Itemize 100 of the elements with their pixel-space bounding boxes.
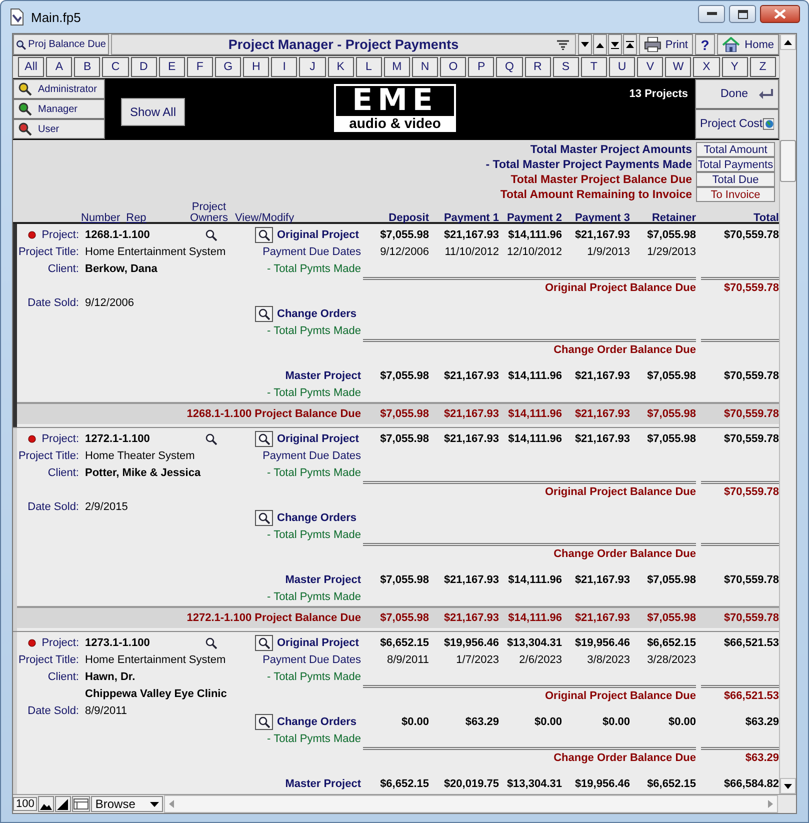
letter-filter-button[interactable]: S <box>552 57 579 77</box>
field-label: Payment Due Dates <box>262 654 362 666</box>
amount-cell-text: $21,167.93 <box>442 228 499 240</box>
field-label: Project: <box>42 432 79 444</box>
search-button[interactable] <box>255 510 273 526</box>
mode-dropdown[interactable]: Browse <box>91 796 164 812</box>
role-button[interactable]: Administrator <box>13 79 105 99</box>
project-number: 1268.1-1.100 <box>85 228 150 240</box>
search-button[interactable] <box>255 714 273 730</box>
letter-filter-button[interactable]: T <box>580 57 607 77</box>
maximize-button[interactable] <box>729 5 756 23</box>
letter-filter-button[interactable]: U <box>608 57 636 77</box>
client-name: Potter, Mike & Jessica <box>85 466 202 478</box>
show-all-button[interactable]: Show All <box>121 98 185 126</box>
summary-button[interactable]: To Invoice <box>696 187 775 202</box>
up-triangle-icon <box>596 42 604 48</box>
zoom-in-icon[interactable] <box>55 796 72 812</box>
balance-label: 1268.1-1.100 Project Balance Due <box>186 408 362 420</box>
letter-filter-button[interactable]: O <box>440 57 466 77</box>
section-label: Change Orders <box>276 512 358 524</box>
role-button[interactable]: Manager <box>13 99 105 119</box>
amount-cell-text: $6,652.15 <box>646 778 696 790</box>
search-button[interactable] <box>255 430 273 446</box>
search-button[interactable] <box>255 634 273 650</box>
letter-filter-button[interactable]: R <box>524 57 551 77</box>
letter-filter-button[interactable]: C <box>102 57 129 77</box>
letter-filter-button[interactable]: Y <box>722 57 748 77</box>
due-date-cell-text: 3/28/2023 <box>646 654 696 666</box>
summary-button[interactable]: Total Amount <box>696 142 775 157</box>
letter-filter-button[interactable]: B <box>74 57 100 77</box>
sort-link[interactable]: Number <box>81 212 120 224</box>
letter-filter-button[interactable]: X <box>693 57 720 77</box>
field-label: Payment Due Dates <box>262 450 362 462</box>
summary-button[interactable]: Total Payments <box>696 157 775 172</box>
minimize-button[interactable] <box>698 5 725 23</box>
letter-filter-button[interactable]: D <box>130 57 157 77</box>
last-record-button[interactable] <box>608 34 622 55</box>
payments-label: - Total Pymts Made <box>266 262 362 274</box>
letter-filter-button[interactable]: N <box>412 57 438 77</box>
summary-label: - Total Master Project Payments Made <box>486 158 692 170</box>
letter-filter-button[interactable]: E <box>158 57 185 77</box>
letter-filter-button[interactable]: V <box>637 57 664 77</box>
letter-filter-button[interactable]: K <box>328 57 354 77</box>
letter-filter-button[interactable]: W <box>665 57 692 77</box>
letter-filter-button[interactable]: L <box>356 57 382 77</box>
home-button[interactable]: Home <box>717 34 779 55</box>
amount-cell-text: $7,055.98 <box>646 612 696 624</box>
first-record-button[interactable] <box>623 34 637 55</box>
search-button[interactable] <box>255 306 273 322</box>
letter-filter-button[interactable]: H <box>243 57 270 77</box>
vertical-scrollbar[interactable] <box>779 34 796 794</box>
due-date-cell-text: 3/8/2023 <box>586 654 630 666</box>
sort-icon[interactable] <box>557 40 569 50</box>
status-area-icon[interactable] <box>72 796 90 812</box>
scroll-down-button[interactable] <box>780 778 796 794</box>
sort-link[interactable]: Rep <box>126 212 146 224</box>
balance-amount: $63.29 <box>744 752 779 764</box>
right-triangle-icon[interactable] <box>768 800 773 808</box>
letter-filter-button[interactable]: All <box>18 57 44 77</box>
letter-filter-button[interactable]: Z <box>750 57 776 77</box>
field-label: Date Sold: <box>26 500 80 512</box>
down-arrow-button[interactable] <box>578 34 592 55</box>
amount-cell-text: $0.00 <box>667 716 696 728</box>
field-label: Date Sold: <box>26 704 80 716</box>
payments-label: - Total Pymts Made <box>266 528 362 540</box>
scroll-up-button[interactable] <box>780 34 796 50</box>
column-heading: Retainer <box>650 212 696 224</box>
letter-filter-button[interactable]: G <box>214 57 242 77</box>
letter-filter-button[interactable]: A <box>46 57 72 77</box>
project-cost-button[interactable]: Project Cost <box>695 109 779 139</box>
amount-cell-text: $70,559.78 <box>722 574 779 586</box>
print-button[interactable]: Print <box>639 34 693 55</box>
zoom-out-icon[interactable] <box>38 796 54 812</box>
letter-filter-button[interactable]: I <box>271 57 298 77</box>
help-button[interactable]: ? <box>695 34 715 55</box>
done-button[interactable]: Done <box>695 79 779 109</box>
balance-label: Change Order Balance Due <box>552 548 696 560</box>
section-label: Original Project <box>276 432 360 444</box>
search-button[interactable] <box>255 226 273 242</box>
letter-filter-button[interactable]: Q <box>496 57 523 77</box>
letter-filter-button[interactable]: J <box>299 57 326 77</box>
letter-filter-button[interactable]: M <box>384 57 410 77</box>
search-icon[interactable] <box>205 432 217 444</box>
role-button[interactable]: User <box>13 119 105 139</box>
search-icon[interactable] <box>205 228 217 240</box>
close-button[interactable] <box>760 5 800 23</box>
letter-filter-button[interactable]: P <box>468 57 494 77</box>
summary-button[interactable]: Total Due <box>696 172 775 187</box>
amount-cell-text: $21,167.93 <box>442 408 499 420</box>
letter-filter-button[interactable]: F <box>186 57 213 77</box>
up-arrow-button[interactable] <box>593 34 607 55</box>
search-icon[interactable] <box>205 636 217 648</box>
horizontal-scrollbar[interactable] <box>164 795 778 813</box>
amount-cell-text: $6,652.15 <box>379 636 429 648</box>
amount-cell-text: $14,111.96 <box>507 370 562 382</box>
balance-due-button[interactable]: Proj Balance Due <box>13 34 109 55</box>
zoom-level[interactable]: 100 <box>13 797 38 811</box>
summary-label: Total Master Project Amounts <box>530 144 692 156</box>
left-triangle-icon[interactable] <box>169 800 174 808</box>
scroll-thumb[interactable] <box>780 140 796 182</box>
